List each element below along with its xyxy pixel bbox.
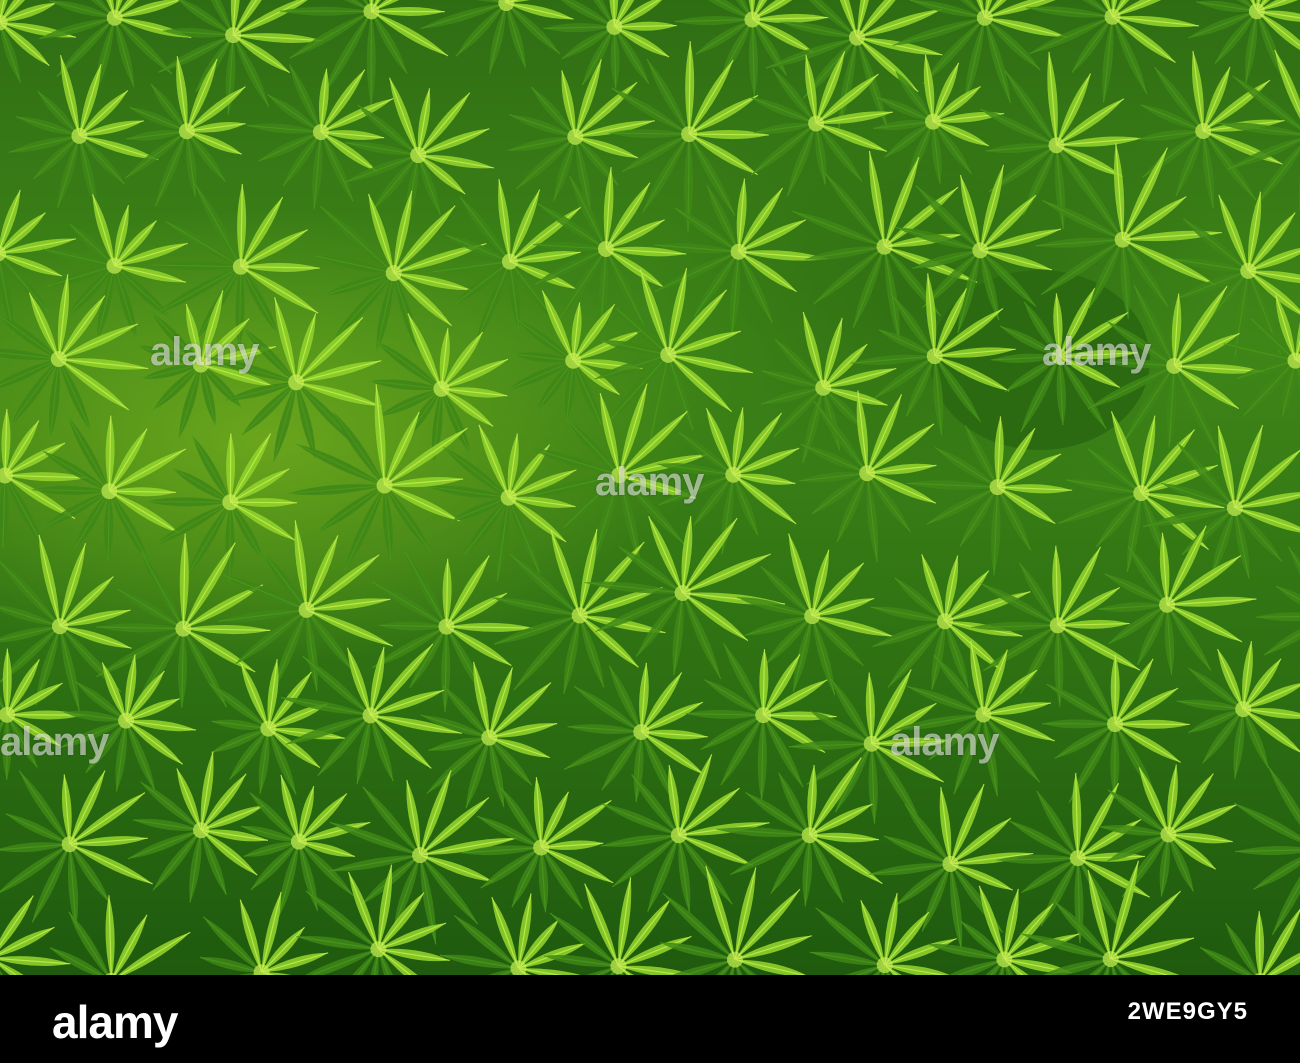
palm-crown	[659, 865, 812, 975]
palm-crown	[799, 390, 937, 563]
footer-bar	[0, 975, 1300, 1063]
palm-canopy	[0, 0, 1300, 975]
palm-crown	[8, 54, 159, 212]
palm-crown	[674, 0, 829, 97]
palm-crown	[1098, 525, 1257, 675]
palm-crown	[240, 774, 371, 917]
palm-crown	[39, 0, 192, 96]
palm-crown	[344, 77, 495, 223]
palm-crown	[0, 895, 71, 975]
palm-crown	[329, 770, 518, 945]
palm-crown	[761, 311, 897, 464]
palm-crown	[1041, 653, 1190, 803]
brand-logo: alamy	[52, 996, 178, 1048]
aerial-palm-photo: alamy alamy alamy alamy alamy	[0, 0, 1300, 975]
palm-crown	[428, 424, 577, 581]
palm-crown	[544, 877, 694, 975]
palm-crown	[152, 183, 320, 349]
palm-crown	[584, 516, 786, 680]
palm-crown	[59, 654, 197, 792]
palm-crown	[594, 268, 753, 444]
palm-crown	[1233, 765, 1300, 936]
image-id: 2WE9GY5	[1127, 998, 1248, 1025]
palm-crown	[1176, 640, 1300, 779]
palm-crown	[0, 770, 153, 929]
palm-crown	[199, 891, 329, 975]
page: alamy alamy alamy alamy alamy alamy 2WE9…	[0, 0, 1300, 1063]
